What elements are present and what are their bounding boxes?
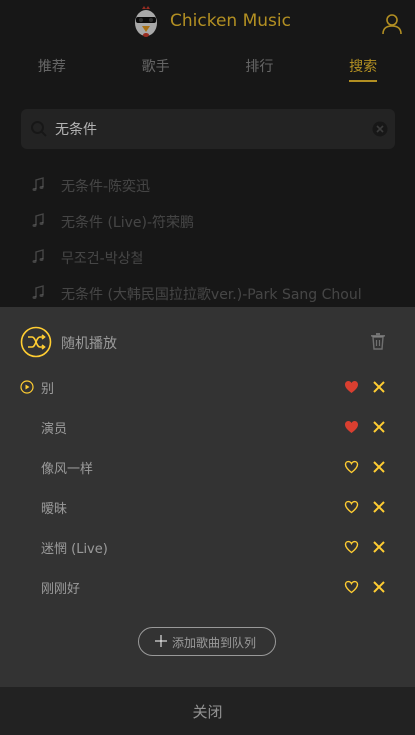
song-title: 别 [41, 382, 55, 397]
playlist-item[interactable]: 别 [0, 367, 415, 407]
add-song-button[interactable]: 添加歌曲到队列 [138, 627, 276, 656]
close-icon[interactable] [371, 499, 387, 515]
close-icon[interactable] [371, 539, 387, 555]
playlist-item[interactable]: 刚刚好 [0, 567, 415, 607]
song-title: 暧昧 [41, 502, 68, 517]
playlist-item[interactable]: 迷惘 (Live) [0, 527, 415, 567]
app: Chicken Music 推荐 歌手 排行 搜索 无条件-陈奕迅 无条件 [0, 0, 415, 735]
song-title: 刚刚好 [41, 582, 81, 597]
trash-icon[interactable] [370, 332, 386, 350]
heart-outline-icon[interactable] [344, 540, 359, 554]
playlist-songs: 别 演员 像风一样 暧昧 迷惘 (Live) 刚刚好 [0, 367, 415, 607]
song-title: 像风一样 [41, 462, 94, 477]
song-title: 迷惘 (Live) [41, 542, 108, 557]
plus-icon [155, 635, 167, 647]
close-icon[interactable] [371, 379, 387, 395]
song-title: 演员 [41, 422, 68, 437]
close-label: 关闭 [192, 703, 223, 721]
heart-outline-icon[interactable] [344, 580, 359, 594]
heart-icon[interactable] [344, 380, 359, 394]
close-icon[interactable] [371, 459, 387, 475]
close-icon[interactable] [371, 579, 387, 595]
playlist-panel: 随机播放 别 演员 像风一样 暧昧 迷惘 (Live) 刚刚好 添加歌曲到队列 … [0, 307, 415, 735]
shuffle-icon[interactable] [20, 326, 52, 358]
playlist-item[interactable]: 暧昧 [0, 487, 415, 527]
heart-outline-icon[interactable] [344, 500, 359, 514]
close-button[interactable]: 关闭 [0, 687, 415, 735]
playlist-item[interactable]: 像风一样 [0, 447, 415, 487]
playlist-item[interactable]: 演员 [0, 407, 415, 447]
add-song-label: 添加歌曲到队列 [172, 636, 257, 650]
playlist-header: 随机播放 [0, 307, 415, 375]
heart-icon[interactable] [344, 420, 359, 434]
heart-outline-icon[interactable] [344, 460, 359, 474]
close-icon[interactable] [371, 419, 387, 435]
play-circle-icon [20, 380, 34, 394]
play-mode-label: 随机播放 [61, 336, 117, 352]
